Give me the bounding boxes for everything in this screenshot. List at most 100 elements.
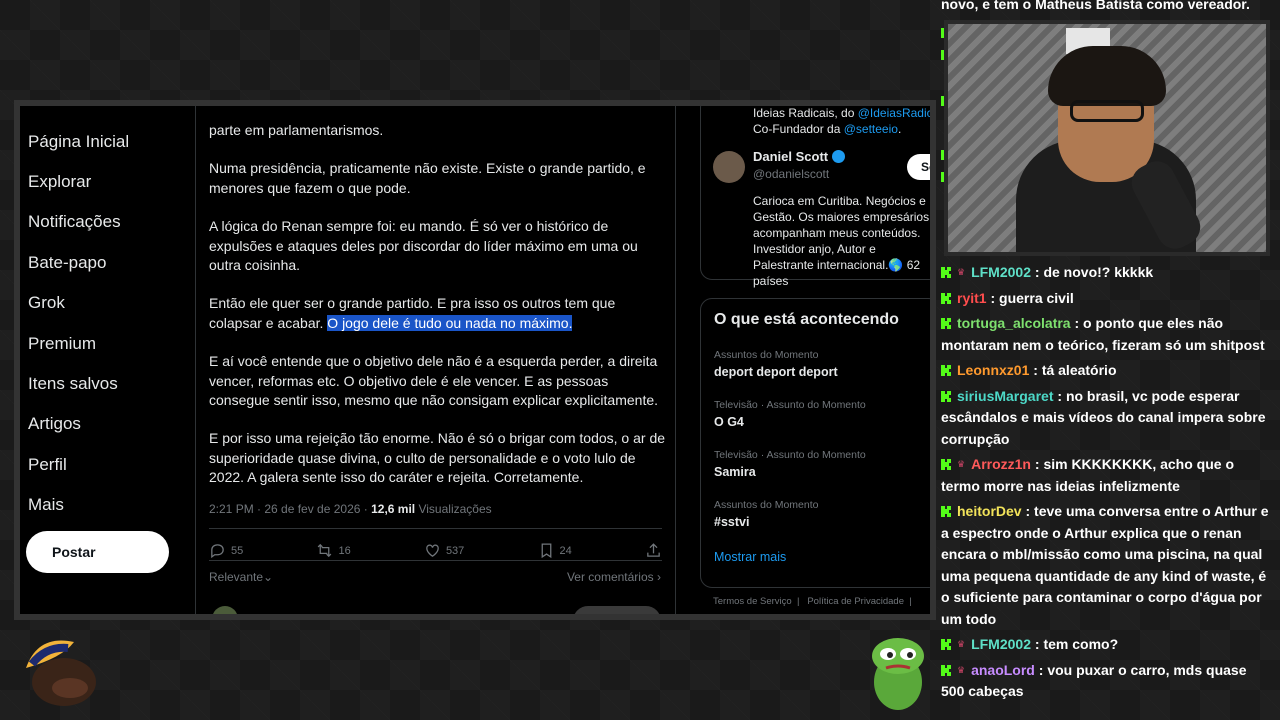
- mention-link[interactable]: @setteeio: [844, 122, 898, 136]
- terms-link[interactable]: Termos de Serviço: [713, 596, 792, 607]
- tweet-timestamp[interactable]: 2:21 PM · 26 de fev de 2026 ·: [209, 502, 371, 516]
- views-count: 12,6 mil: [371, 502, 416, 516]
- follow-button[interactable]: Se: [907, 154, 930, 180]
- chat-separator: :: [1029, 362, 1042, 378]
- chat-message: heitorDev : teve uma conversa entre o Ar…: [941, 501, 1273, 630]
- account-name[interactable]: Daniel Scott: [753, 149, 846, 164]
- trending-card: O que está acontecendo Assuntos do Momen…: [700, 298, 930, 588]
- chat-separator: :: [1034, 661, 1048, 678]
- chat-message: tortuga_alcolatra : o ponto que eles não…: [941, 313, 1273, 356]
- chevron-right-icon: ›: [657, 570, 661, 584]
- webcam-feed: [944, 20, 1270, 256]
- chat-message: ♛ Arrozz1n : sim KKKKKKKK, acho que o ter…: [941, 454, 1273, 497]
- repost-button[interactable]: 16: [316, 542, 351, 559]
- nav-item-grok[interactable]: Grok: [28, 293, 65, 313]
- chat-username[interactable]: heitorDev: [957, 503, 1022, 519]
- subscriber-badge-icon: ♛: [957, 639, 966, 649]
- chat-message: Leonnxz01 : tá aleatório: [941, 360, 1273, 382]
- account-bio: Carioca em Curitiba. Negócios e Gestão. …: [753, 194, 930, 288]
- see-comments-link[interactable]: Ver comentários ›: [567, 570, 661, 584]
- chat-username[interactable]: anaoLord: [971, 662, 1035, 678]
- trend-name: #sstvi: [714, 515, 750, 529]
- sort-dropdown[interactable]: Relevante⌄: [209, 570, 273, 584]
- chat-message: ♛ LFM2002 : tem como?: [941, 634, 1273, 656]
- post-button[interactable]: Postar: [26, 531, 169, 573]
- trend-item[interactable]: Televisão · Assunto do Momento O G4: [714, 399, 866, 429]
- privacy-link[interactable]: Política de Privacidade: [807, 596, 904, 607]
- nav-item-more[interactable]: Mais: [28, 495, 64, 515]
- chat-username[interactable]: ryit1: [957, 290, 987, 306]
- kick-badge-icon: [941, 661, 951, 676]
- kick-badge-icon: [941, 361, 951, 376]
- kick-badge-icon: [941, 455, 951, 470]
- chevron-down-icon: ⌄: [263, 570, 274, 584]
- chat-username[interactable]: LFM2002: [971, 636, 1031, 652]
- mention-link[interactable]: @IdeiasRadicais: [858, 106, 930, 120]
- chat-message: ryit1 : guerra civil: [941, 288, 1273, 310]
- trend-name: deport deport deport: [714, 365, 838, 379]
- account-handle[interactable]: @odanielscott: [753, 167, 829, 181]
- chat-separator: :: [1030, 456, 1044, 472]
- nav-item-explore[interactable]: Explorar: [28, 172, 91, 192]
- chat-text: tá aleatório: [1041, 362, 1117, 378]
- trend-item[interactable]: Televisão · Assunto do Momento Samira: [714, 449, 866, 479]
- like-button[interactable]: 537: [424, 542, 464, 559]
- kick-badge-icon: [941, 387, 951, 402]
- avatar[interactable]: [713, 151, 745, 183]
- trend-item[interactable]: Assuntos do Momento #sstvi: [714, 499, 818, 529]
- x-page: Página Inicial Explorar Notificações Bat…: [20, 106, 930, 614]
- subscriber-badge-icon: ♛: [957, 267, 966, 277]
- footer-separator: |: [794, 596, 805, 607]
- nav-item-home[interactable]: Página Inicial: [28, 132, 129, 152]
- chat-text: de novo!? kkkkk: [1043, 264, 1154, 280]
- trend-name: Samira: [714, 465, 756, 479]
- bio-text: .: [897, 122, 902, 136]
- subscriber-badge-icon: ♛: [957, 664, 966, 675]
- chat-username[interactable]: LFM2002: [971, 264, 1031, 280]
- chat-username[interactable]: Arrozz1n: [971, 456, 1031, 472]
- kick-badge-icon: [941, 314, 951, 329]
- bio-text: Ideias Radicais, do: [753, 106, 858, 120]
- reply-count: 55: [231, 544, 244, 557]
- chat-message-clipped: novo, e tem o Matheus Batista como verea…: [941, 0, 1250, 12]
- kick-badge-icon: [941, 635, 951, 650]
- nav-item-bookmarks[interactable]: Itens salvos: [28, 374, 118, 394]
- footer-separator: |: [906, 596, 912, 607]
- chat-message: ♛ LFM2002 : de novo!? kkkkk: [941, 262, 1273, 284]
- nav-item-notifications[interactable]: Notificações: [28, 212, 121, 232]
- show-more-link[interactable]: Mostrar mais: [714, 550, 786, 564]
- trend-name: O G4: [714, 415, 744, 429]
- reply-icon: [211, 544, 224, 559]
- avatar: [212, 606, 238, 614]
- see-comments-label: Ver comentários: [566, 570, 654, 584]
- tweet-paragraph: E por isso uma rejeição tão enorme. Não …: [209, 430, 666, 485]
- account-name-text: Daniel Scott: [753, 149, 829, 164]
- trend-item[interactable]: Assuntos do Momento deport deport deport: [714, 349, 838, 379]
- nav-item-premium[interactable]: Premium: [28, 334, 96, 354]
- browser-capture: Página Inicial Explorar Notificações Bat…: [14, 100, 936, 620]
- kick-badge-icon: [941, 263, 951, 278]
- kick-badge-icon: [941, 289, 951, 304]
- nav-item-articles[interactable]: Artigos: [28, 414, 81, 434]
- bookmark-button[interactable]: 24: [538, 542, 572, 559]
- share-button[interactable]: [645, 542, 662, 559]
- reply-submit-button[interactable]: [573, 606, 661, 614]
- divider: [209, 528, 662, 529]
- reply-button[interactable]: 55: [209, 542, 243, 559]
- who-to-follow-card: Ideias Radicais, do @IdeiasRadicais Co-F…: [700, 106, 930, 288]
- repost-icon: [318, 543, 332, 558]
- nav-item-profile[interactable]: Perfil: [28, 455, 67, 475]
- nav-item-chat[interactable]: Bate-papo: [28, 253, 106, 273]
- kick-badge-icon: [941, 502, 951, 517]
- chat-username[interactable]: siriusMargaret: [957, 388, 1053, 404]
- heart-icon: [426, 544, 439, 557]
- tweet-paragraph: Então ele quer ser o grande partido. E p…: [209, 294, 669, 333]
- chat-username[interactable]: Leonnxz01: [957, 362, 1029, 378]
- chat-username[interactable]: tortuga_alcolatra: [957, 315, 1071, 331]
- right-sidebar: Ideias Radicais, do @IdeiasRadicais Co-F…: [676, 106, 930, 614]
- chat-separator: :: [1053, 387, 1066, 404]
- chat-separator: :: [1031, 264, 1044, 280]
- chat-text: guerra civil: [999, 289, 1074, 306]
- tweet-paragraph: parte em parlamentarismos.: [209, 122, 384, 138]
- chat-separator: :: [1070, 315, 1084, 331]
